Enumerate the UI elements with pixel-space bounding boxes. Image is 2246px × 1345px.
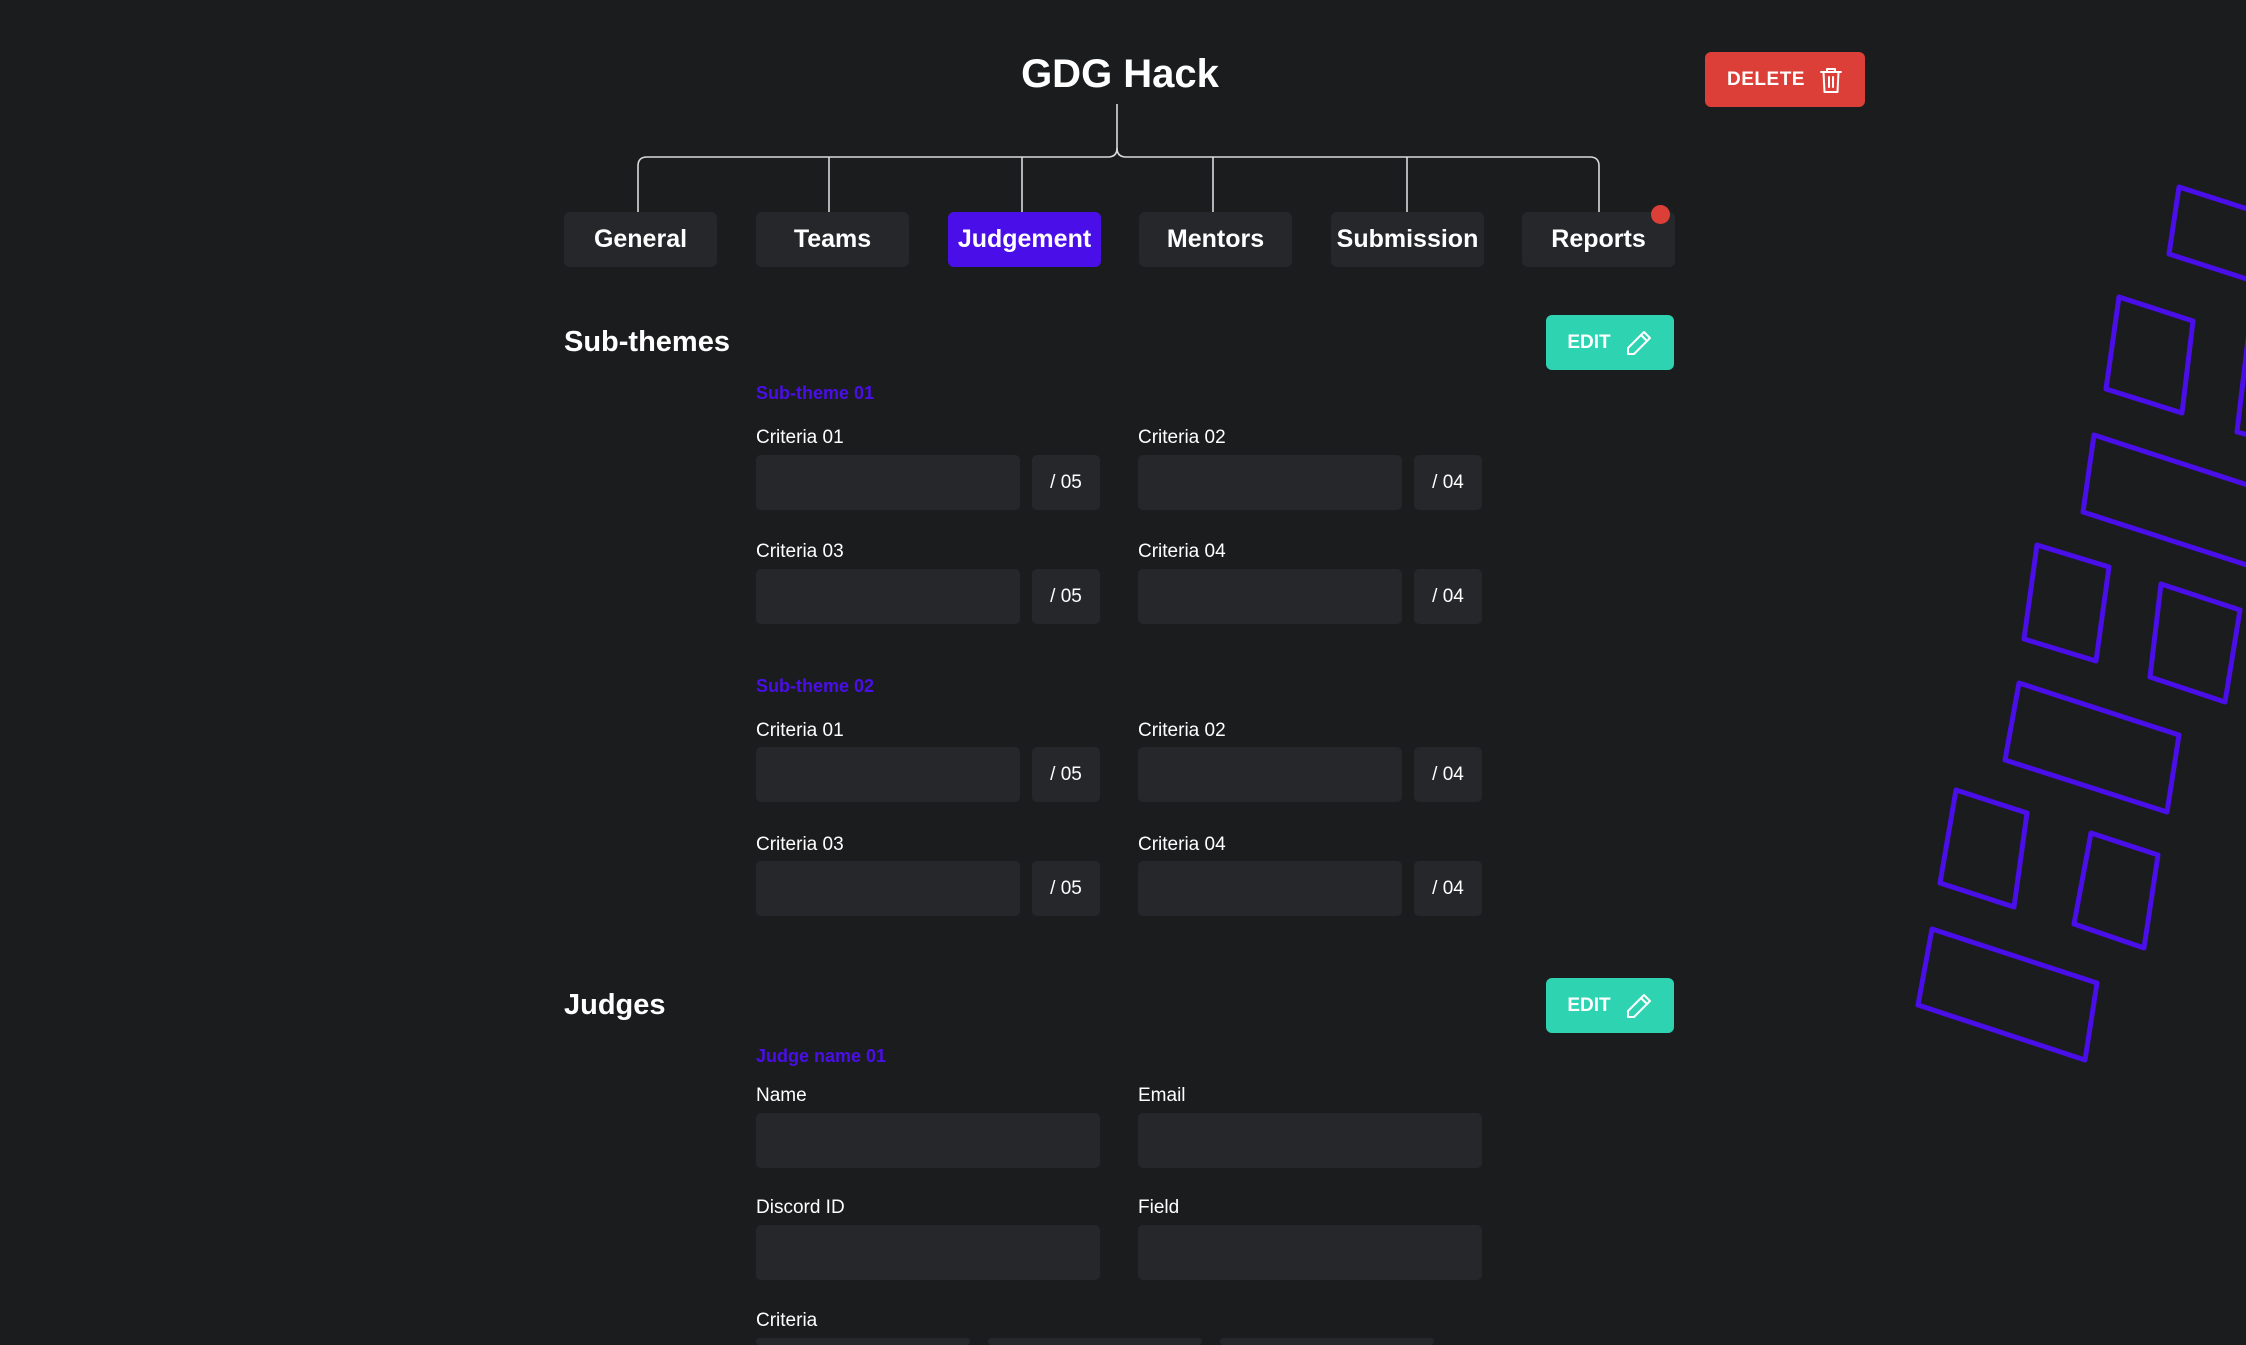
criteria-score-input[interactable]: [1138, 455, 1402, 510]
judge-criteria-input[interactable]: [756, 1338, 970, 1345]
decorative-pattern: [1915, 184, 2246, 1063]
subthemes-title: Sub-themes: [564, 326, 730, 358]
delete-button-label: DELETE: [1727, 68, 1805, 90]
criteria-max-score: / 05: [1032, 747, 1100, 802]
tab-mentors[interactable]: Mentors: [1139, 212, 1292, 267]
criteria-label: Criteria 04: [1138, 541, 1226, 562]
criteria-max-score: / 04: [1414, 569, 1482, 624]
notification-dot: [1651, 205, 1670, 224]
trash-icon: [1819, 67, 1842, 93]
criteria-max-score: / 05: [1032, 455, 1100, 510]
criteria-max-score: / 05: [1032, 861, 1100, 916]
subtheme-name: Sub-theme 02: [756, 676, 875, 696]
email-field-label: Email: [1138, 1085, 1186, 1106]
field-field-label: Field: [1138, 1197, 1180, 1218]
criteria-label: Criteria 02: [1138, 720, 1226, 741]
edit-button-label: EDIT: [1567, 331, 1611, 353]
subtheme-name: Sub-theme 01: [756, 383, 875, 403]
name-field-label: Name: [756, 1085, 807, 1106]
field-field[interactable]: [1138, 1225, 1482, 1280]
tab-teams[interactable]: Teams: [756, 212, 909, 267]
tab-judgement[interactable]: Judgement: [948, 212, 1101, 267]
criteria-label: Criteria 03: [756, 834, 844, 855]
email-field[interactable]: [1138, 1113, 1482, 1168]
edit-button-label: EDIT: [1567, 994, 1611, 1016]
subthemes-edit-button[interactable]: EDIT: [1546, 315, 1674, 370]
judge-name: Judge name 01: [756, 1046, 887, 1066]
tab-tree-connector: [637, 104, 1600, 212]
criteria-label: Criteria 02: [1138, 427, 1226, 448]
criteria-score-input[interactable]: [1138, 861, 1402, 916]
criteria-score-input[interactable]: [756, 861, 1020, 916]
criteria-max-score: / 04: [1414, 747, 1482, 802]
criteria-score-input[interactable]: [756, 569, 1020, 624]
judge-criteria-input[interactable]: [988, 1338, 1202, 1345]
criteria-score-input[interactable]: [756, 455, 1020, 510]
pencil-icon: [1626, 330, 1651, 355]
criteria-score-input[interactable]: [1138, 747, 1402, 802]
criteria-score-input[interactable]: [756, 747, 1020, 802]
criteria-label: Criteria 01: [756, 427, 844, 448]
judges-edit-button[interactable]: EDIT: [1546, 978, 1674, 1033]
criteria-score-input[interactable]: [1138, 569, 1402, 624]
criteria-label: Criteria 01: [756, 720, 844, 741]
tab-submission[interactable]: Submission: [1331, 212, 1484, 267]
judges-title: Judges: [564, 989, 666, 1021]
name-field[interactable]: [756, 1113, 1100, 1168]
pencil-icon: [1626, 993, 1651, 1018]
page-title: GDG Hack: [1021, 52, 1219, 96]
criteria-max-score: / 04: [1414, 861, 1482, 916]
criteria-max-score: / 04: [1414, 455, 1482, 510]
criteria-field-label: Criteria: [756, 1310, 818, 1331]
tab-general[interactable]: General: [564, 212, 717, 267]
discord-id-field[interactable]: [756, 1225, 1100, 1280]
discord-id-field-label: Discord ID: [756, 1197, 845, 1218]
delete-button[interactable]: DELETE: [1705, 52, 1865, 107]
criteria-label: Criteria 03: [756, 541, 844, 562]
criteria-max-score: / 05: [1032, 569, 1100, 624]
criteria-label: Criteria 04: [1138, 834, 1226, 855]
judge-criteria-input[interactable]: [1220, 1338, 1434, 1345]
